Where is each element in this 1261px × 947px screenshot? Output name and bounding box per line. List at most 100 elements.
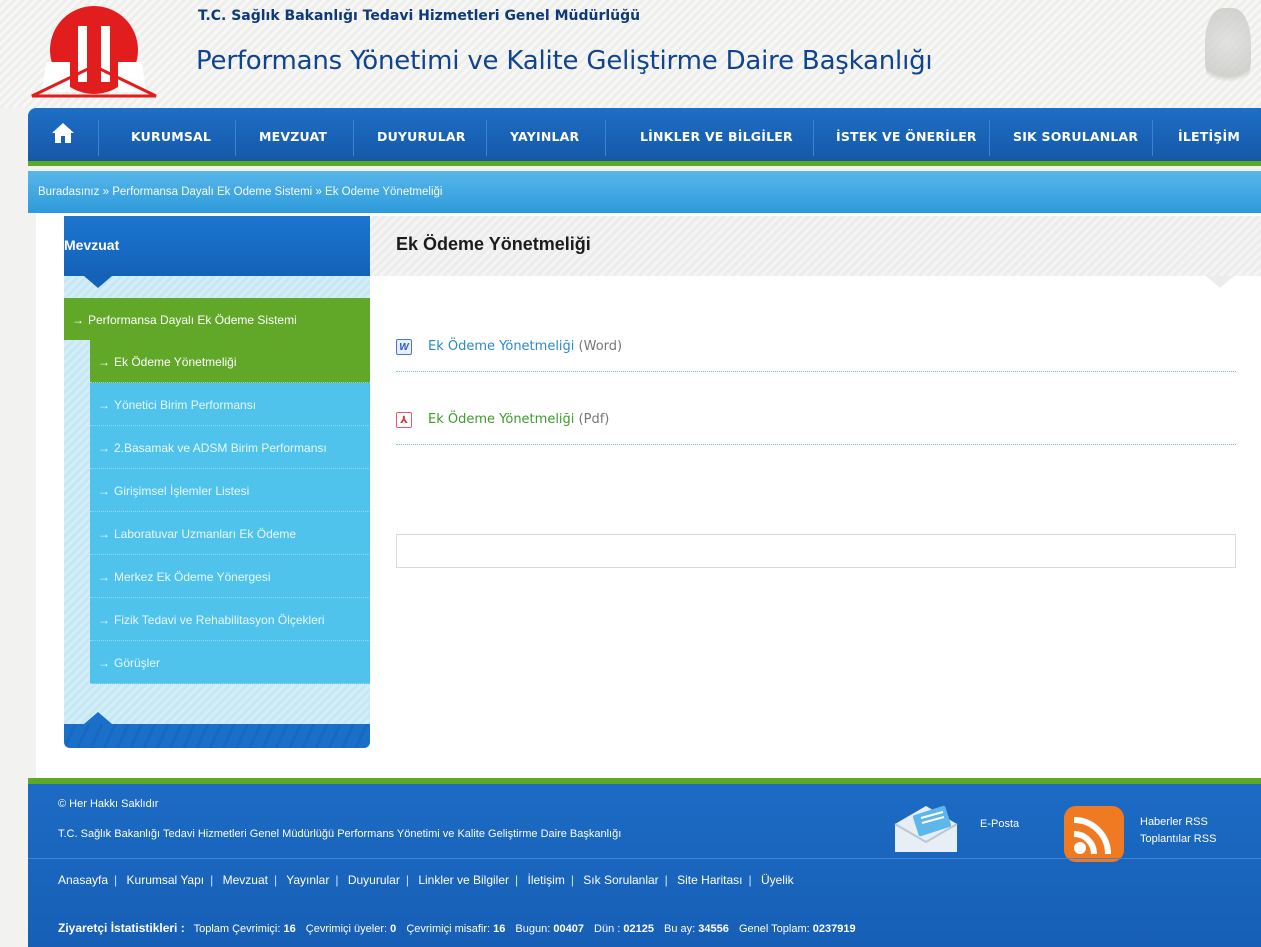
page-title: Ek Ödeme Yönetmeliği xyxy=(396,234,591,254)
arrow-right-icon: → xyxy=(72,313,84,327)
sidebar-item-label: Yönetici Birim Performansı xyxy=(114,398,257,412)
document-row-word: W Ek Ödeme Yönetmeliği (Word) xyxy=(396,332,1236,372)
nav-divider xyxy=(486,120,487,156)
nav-divider xyxy=(1152,120,1153,156)
word-doc-icon[interactable]: W xyxy=(396,339,412,355)
sidebar-footer xyxy=(64,724,370,748)
link-separator: | xyxy=(570,873,574,887)
footer-links: Anasayfa | Kurumsal Yapı | Mevzuat | Yayınl… xyxy=(58,873,794,887)
footer-link-mevzuat[interactable]: Mevzuat xyxy=(223,873,268,887)
nav-item-mevzuat[interactable]: MEVZUAT xyxy=(259,129,327,144)
footer-link-iletisim[interactable]: İletişim xyxy=(527,873,564,887)
link-separator: | xyxy=(335,873,339,887)
main-nav: KURUMSAL MEVZUAT DUYURULAR YAYINLAR LİNK… xyxy=(28,108,1261,166)
stat-value: 0 xyxy=(390,923,397,935)
document-link-pdf[interactable]: Ek Ödeme Yönetmeliği (Pdf) xyxy=(428,412,609,427)
home-icon[interactable] xyxy=(50,122,76,146)
nav-divider xyxy=(605,120,606,156)
sidebar-title: Mevzuat xyxy=(64,237,120,253)
sidebar-item-label: Laboratuvar Uzmanları Ek Ödeme xyxy=(114,527,297,541)
pdf-icon[interactable]: ⅄ xyxy=(396,412,412,428)
stat-value: 16 xyxy=(493,923,506,935)
stat-members: Çevrimiçi üyeler: 0 xyxy=(306,923,396,935)
footer-link-yayinlar[interactable]: Yayınlar xyxy=(286,873,329,887)
nav-item-sss[interactable]: SIK SORULANLAR xyxy=(1013,129,1138,144)
stat-today: Bugun: 00407 xyxy=(515,923,584,935)
decorative-seal xyxy=(1205,8,1251,94)
sidebar-notch xyxy=(84,276,112,288)
visitor-stats: Ziyaretçi İstatistikleri : Toplam Çevrim… xyxy=(58,921,863,935)
link-separator: | xyxy=(210,873,214,887)
sidebar-item-fizik[interactable]: → Fizik Tedavi ve Rehabilitasyon Ölçekler… xyxy=(90,598,370,641)
breadcrumb-link[interactable]: Performansa Dayalı Ek Ödeme Sistemi xyxy=(112,186,312,198)
link-separator: | xyxy=(748,873,752,887)
document-link-label[interactable]: Ek Ödeme Yönetmeliği xyxy=(428,339,574,354)
nav-item-iletisim[interactable]: İLETİŞİM xyxy=(1178,129,1240,144)
breadcrumb-current: Ek Ödeme Yönetmeliği xyxy=(325,186,443,198)
title-notch xyxy=(1206,276,1234,288)
nav-item-linkler[interactable]: LİNKLER VE BİLGİLER xyxy=(640,129,793,144)
footer-link-kurumsal[interactable]: Kurumsal Yapı xyxy=(127,873,205,887)
footer-link-anasayfa[interactable]: Anasayfa xyxy=(58,873,108,887)
stat-month: Bu ay: 34556 xyxy=(664,923,729,935)
arrow-right-icon: → xyxy=(98,570,110,584)
sidebar-foot-notch xyxy=(84,712,112,724)
stat-label: Toplam Çevrimiçi: xyxy=(193,923,281,935)
sidebar-item-laboratuvar[interactable]: → Laboratuvar Uzmanları Ek Ödeme xyxy=(90,512,370,555)
sidebar-item-basamak[interactable]: → 2.Basamak ve ADSM Birim Performansı xyxy=(90,426,370,469)
stat-label: Genel Toplam: xyxy=(738,923,810,935)
sidebar-item-girisimsel[interactable]: → Girişimsel İşlemler Listesi xyxy=(90,469,370,512)
sidebar-item-label: Ek Ödeme Yönetmeliği xyxy=(114,355,237,369)
arrow-right-icon: → xyxy=(98,355,110,369)
sidebar-item-yonetici[interactable]: → Yönetici Birim Performansı xyxy=(90,383,370,426)
footer-link-linkler[interactable]: Linkler ve Bilgiler xyxy=(418,873,509,887)
ministry-logo[interactable] xyxy=(28,6,160,98)
rss-icon[interactable] xyxy=(1056,804,1132,862)
footer-link-site-haritasi[interactable]: Site Haritası xyxy=(677,873,742,887)
nav-item-kurumsal[interactable]: KURUMSAL xyxy=(131,129,211,144)
rss-links: Haberler RSS Toplantılar RSS xyxy=(1140,814,1216,848)
empty-content-box xyxy=(396,534,1236,568)
stat-total: Genel Toplam: 0237919 xyxy=(739,923,856,935)
stat-value: 34556 xyxy=(698,923,729,935)
stat-online: Toplam Çevrimiçi: 16 xyxy=(194,923,296,935)
sidebar-item-ek-odeme[interactable]: → Ek Ödeme Yönetmeliği xyxy=(90,340,370,383)
document-link-word[interactable]: Ek Ödeme Yönetmeliği (Word) xyxy=(428,339,622,354)
breadcrumb-separator: » xyxy=(315,186,322,198)
arrow-right-icon: → xyxy=(98,613,110,627)
rss-meetings-link[interactable]: Toplantılar RSS xyxy=(1140,831,1216,848)
nav-item-yayinlar[interactable]: YAYINLAR xyxy=(510,129,579,144)
sidebar-item-gorusler[interactable]: → Görüşler xyxy=(90,641,370,684)
arrow-right-icon: → xyxy=(98,398,110,412)
email-link[interactable]: E-Posta xyxy=(980,818,1019,830)
site-title[interactable]: Performans Yönetimi ve Kalite Geliştirme… xyxy=(196,46,933,76)
breadcrumb-prefix: Buradasınız xyxy=(38,186,100,198)
sidebar-item-label: Merkez Ek Ödeme Yönergesi xyxy=(114,570,271,584)
link-separator: | xyxy=(664,873,668,887)
sidebar-item-merkez[interactable]: → Merkez Ek Ödeme Yönergesi xyxy=(90,555,370,598)
nav-divider xyxy=(235,120,236,156)
sidebar-item-parent[interactable]: → Performansa Dayalı Ek Ödeme Sistemi xyxy=(64,298,370,340)
rss-news-link[interactable]: Haberler RSS xyxy=(1140,814,1216,831)
stat-value: 02125 xyxy=(623,923,654,935)
header-subtitle: T.C. Sağlık Bakanlığı Tedavi Hizmetleri … xyxy=(198,8,641,24)
stat-yesterday: Dün : 02125 xyxy=(594,923,654,935)
nav-item-duyurular[interactable]: DUYURULAR xyxy=(377,129,466,144)
sidebar-header: Mevzuat xyxy=(64,216,370,276)
footer-link-duyurular[interactable]: Duyurular xyxy=(348,873,400,887)
footer-divider xyxy=(28,858,1261,859)
stat-label: Bu ay: xyxy=(664,923,696,935)
stat-label: Bugun: xyxy=(515,923,551,935)
email-icon[interactable] xyxy=(891,802,961,854)
nav-item-istek[interactable]: İSTEK VE ÖNERİLER xyxy=(836,129,977,144)
arrow-right-icon: → xyxy=(98,484,110,498)
document-link-label[interactable]: Ek Ödeme Yönetmeliği xyxy=(428,412,574,427)
sidebar-item-label: Girişimsel İşlemler Listesi xyxy=(114,484,250,498)
nav-divider xyxy=(813,120,814,156)
sidebar-item-label: Performansa Dayalı Ek Ödeme Sistemi xyxy=(88,313,297,327)
footer-link-sss[interactable]: Sık Sorulanlar xyxy=(583,873,658,887)
site-header: T.C. Sağlık Bakanlığı Tedavi Hizmetleri … xyxy=(0,0,1261,108)
stat-guests: Çevrimiçi misafir: 16 xyxy=(406,923,505,935)
link-separator: | xyxy=(114,873,118,887)
footer-link-uyelik[interactable]: Üyelik xyxy=(761,873,794,887)
